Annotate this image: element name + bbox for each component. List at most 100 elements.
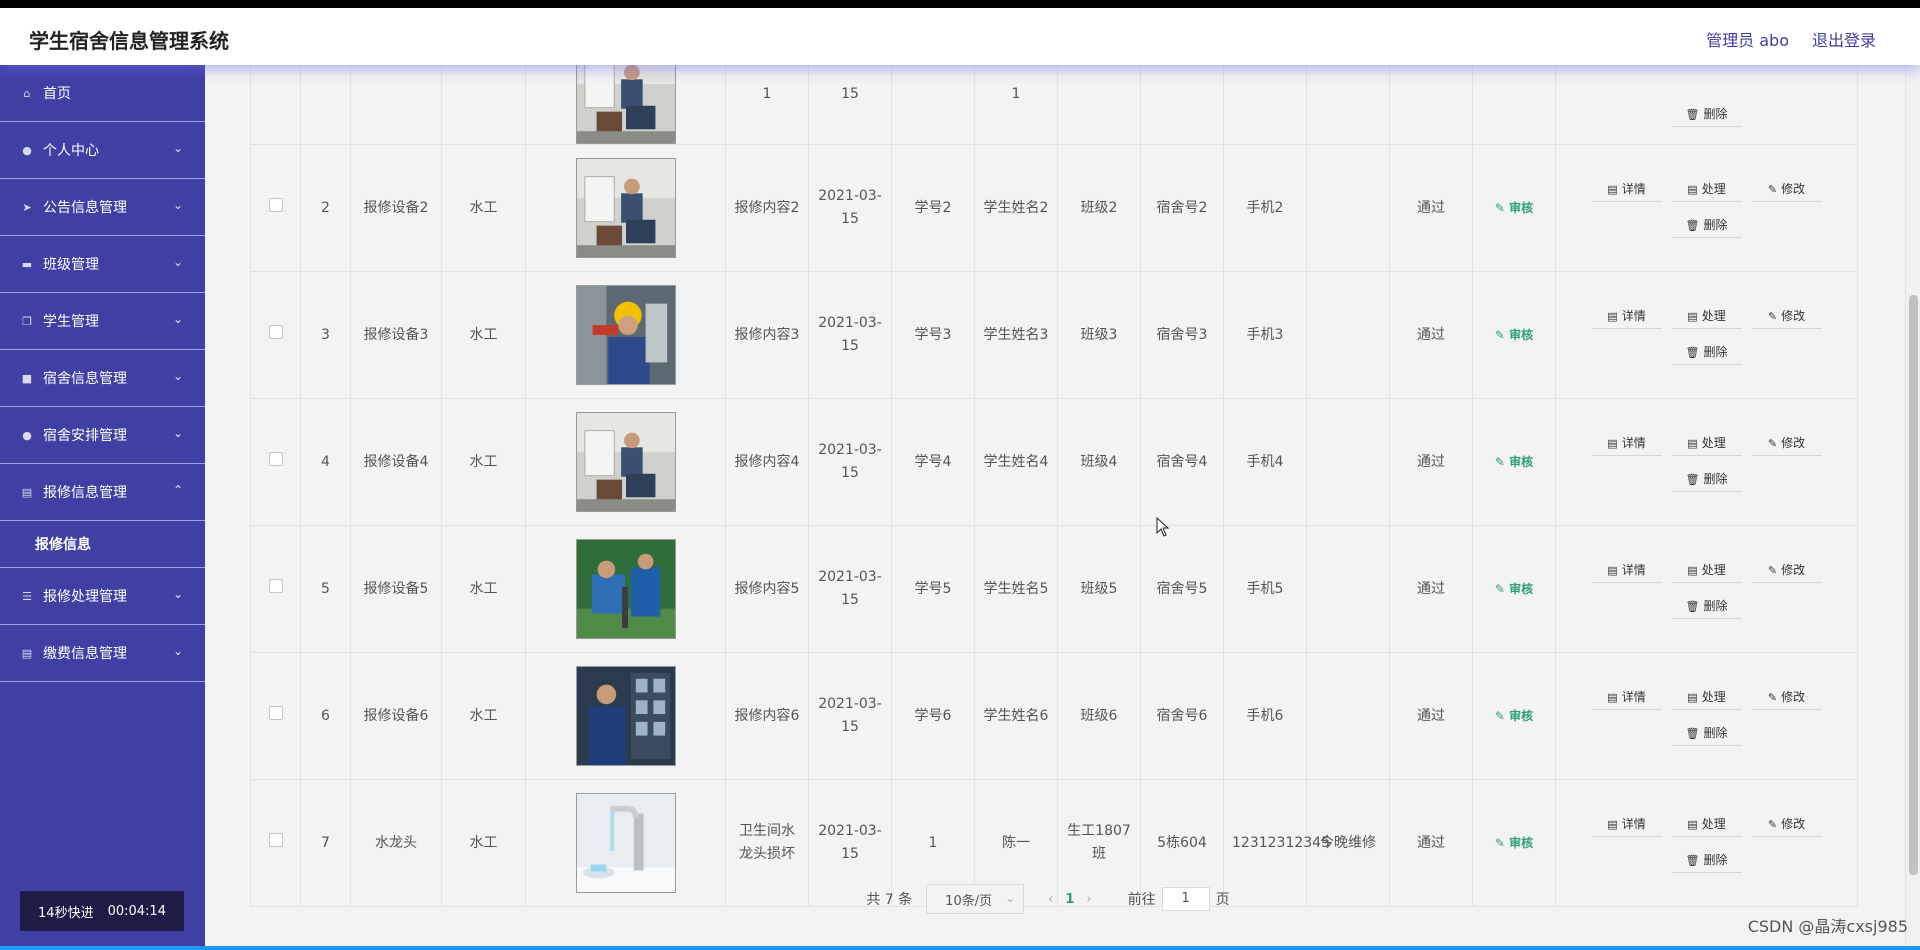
page-size-select[interactable]: 10条/页 ⌄ xyxy=(926,884,1025,914)
page-scrollbar[interactable] xyxy=(1905,65,1920,946)
sidebar-item-9[interactable]: ▤ 缴费信息管理 ⌄ xyxy=(0,625,205,682)
photo-cell xyxy=(525,144,726,272)
audit-link[interactable]: ✎ 审核 xyxy=(1495,836,1533,850)
row-checkbox[interactable] xyxy=(268,578,283,593)
main-content: 1 15 1 🗑 删除 2 报修设备2 水工 报修内容2 2021-03-15 学号2 学生姓名2 班级… xyxy=(205,65,1920,946)
sidebar-item-7[interactable]: ▤ 报修信息管理 ⌃ xyxy=(0,464,205,521)
handle-button[interactable]: ▤ 处理 xyxy=(1671,813,1742,837)
cell-cls-text: 班级6 xyxy=(1080,707,1118,724)
detail-button[interactable]: ▤ 详情 xyxy=(1591,432,1662,456)
sidebar-item-label: 宿舍安排管理 xyxy=(43,428,127,444)
edit-button[interactable]: ✎ 修改 xyxy=(1751,178,1822,202)
photo-cell xyxy=(525,65,726,145)
edit-button[interactable]: ✎ 修改 xyxy=(1751,432,1822,456)
next-page-icon[interactable]: › xyxy=(1086,892,1091,907)
row-checkbox[interactable] xyxy=(268,451,283,466)
cell-type-text: 水工 xyxy=(469,326,498,343)
handle-button[interactable]: ▤ 处理 xyxy=(1671,559,1742,583)
delete-button[interactable]: 🗑 删除 xyxy=(1671,849,1742,873)
sidebar-subitem-7-0[interactable]: 报修信息 xyxy=(0,521,205,568)
cell-phone-text: 12312312345 xyxy=(1232,834,1330,851)
audit-link[interactable]: ✎ 审核 xyxy=(1495,455,1533,469)
trash-icon: 🗑 xyxy=(1685,108,1700,121)
audit-link[interactable]: ✎ 审核 xyxy=(1495,709,1533,723)
cell-phone-text: 手机5 xyxy=(1246,580,1284,597)
cell-no: 4 xyxy=(300,398,351,526)
cell-type xyxy=(441,65,526,145)
edit-button[interactable]: ✎ 修改 xyxy=(1751,813,1822,837)
audit-cell xyxy=(1472,65,1556,145)
handle-button[interactable]: ▤ 处理 xyxy=(1671,178,1742,202)
detail-button[interactable]: ▤ 详情 xyxy=(1591,813,1662,837)
table-row: 6 报修设备6 水工 报修内容6 2021-03-15 学号6 学生姓名6 班级6 宿舍号6 手机… xyxy=(250,652,1858,780)
row-actions: ▤ 详情 ▤ 处理 ✎ 修改 🗑 删除 xyxy=(1585,813,1829,873)
cell-sid-text: 学号5 xyxy=(914,580,952,597)
cell-no: 2 xyxy=(300,144,351,272)
cell-phone: 手机3 xyxy=(1223,271,1307,399)
page-number-current[interactable]: 1 xyxy=(1065,892,1074,907)
cell-type: 水工 xyxy=(441,398,526,526)
sidebar-item-1[interactable]: ● 个人中心 ⌄ xyxy=(0,122,205,179)
sidebar-item-4[interactable]: ❐ 学生管理 ⌄ xyxy=(0,293,205,350)
cell-dorm-text: 宿舍号5 xyxy=(1156,580,1208,597)
cell-date-text: 2021-03-15 xyxy=(818,315,882,354)
cell-sid-text: 1 xyxy=(928,834,938,851)
detail-button[interactable]: ▤ 详情 xyxy=(1591,559,1662,583)
delete-button[interactable]: 🗑 删除 xyxy=(1671,595,1742,619)
row-select-cell xyxy=(250,652,301,780)
handle-button[interactable]: ▤ 处理 xyxy=(1671,305,1742,329)
row-checkbox[interactable] xyxy=(268,324,283,339)
detail-button[interactable]: ▤ 详情 xyxy=(1591,178,1662,202)
trash-icon: 🗑 xyxy=(1685,219,1700,232)
cell-status: 通过 xyxy=(1389,398,1473,526)
app-title: 学生宿舍信息管理系统 xyxy=(29,29,229,53)
edit-button[interactable]: ✎ 修改 xyxy=(1751,686,1822,710)
cell-status-text: 通过 xyxy=(1417,834,1445,851)
prev-page-icon[interactable]: ‹ xyxy=(1048,892,1053,907)
cell-device: 报修设备3 xyxy=(350,271,442,399)
delete-button[interactable]: 🗑 删除 xyxy=(1671,468,1742,492)
cell-no-text: 2 xyxy=(321,199,330,216)
ops-cell: ▤ 详情 ▤ 处理 ✎ 修改 🗑 删除 xyxy=(1555,271,1858,399)
row-checkbox[interactable] xyxy=(268,832,283,847)
audit-link[interactable]: ✎ 审核 xyxy=(1495,582,1533,596)
chevron-up-icon: ⌃ xyxy=(172,483,183,497)
sidebar-item-2[interactable]: ➤ 公告信息管理 ⌄ xyxy=(0,179,205,236)
cell-dorm: 宿舍号3 xyxy=(1140,271,1224,399)
delete-button[interactable]: 🗑 删除 xyxy=(1671,722,1742,746)
cell-date-text: 2021-03-15 xyxy=(818,696,882,735)
goto-page-input[interactable]: 1 xyxy=(1161,887,1210,911)
sidebar-item-6[interactable]: ● 宿舍安排管理 ⌄ xyxy=(0,407,205,464)
audit-link[interactable]: ✎ 审核 xyxy=(1495,328,1533,342)
cell-phone: 手机4 xyxy=(1223,398,1307,526)
document-icon: ▤ xyxy=(1687,691,1698,704)
edit-label: 修改 xyxy=(1781,436,1806,450)
scrollbar-thumb[interactable] xyxy=(1909,295,1918,875)
cell-sname-text: 学生姓名2 xyxy=(983,199,1049,216)
sidebar-item-5[interactable]: ■ 宿舍信息管理 ⌄ xyxy=(0,350,205,407)
detail-button[interactable]: ▤ 详情 xyxy=(1591,305,1662,329)
row-checkbox[interactable] xyxy=(268,705,283,720)
cell-sid-text: 学号2 xyxy=(914,199,952,216)
cell-no-text: 5 xyxy=(321,580,330,597)
row-checkbox[interactable] xyxy=(268,197,283,212)
detail-button[interactable]: ▤ 详情 xyxy=(1591,686,1662,710)
edit-label: 修改 xyxy=(1781,690,1806,704)
delete-button[interactable]: 🗑 删除 xyxy=(1671,103,1742,127)
sidebar-item-label: 个人中心 xyxy=(43,143,99,159)
sidebar-item-3[interactable]: ▬ 班级管理 ⌄ xyxy=(0,236,205,293)
sidebar: ⌂ 首页 ● 个人中心 ⌄ ➤ 公告信息管理 ⌄ ▬ 班级管理 ⌄ ❐ 学生管理 ⌄ ■ 宿舍信息管理 ⌄ ● 宿舍… xyxy=(0,65,205,946)
sidebar-item-8[interactable]: ☰ 报修处理管理 ⌄ xyxy=(0,568,205,625)
cell-cls-text: 班级3 xyxy=(1080,326,1118,343)
logout-link[interactable]: 退出登录 xyxy=(1812,27,1876,51)
edit-label: 修改 xyxy=(1781,563,1806,577)
edit-button[interactable]: ✎ 修改 xyxy=(1751,305,1822,329)
handle-button[interactable]: ▤ 处理 xyxy=(1671,686,1742,710)
edit-button[interactable]: ✎ 修改 xyxy=(1751,559,1822,583)
audit-link[interactable]: ✎ 审核 xyxy=(1495,201,1533,215)
delete-button[interactable]: 🗑 删除 xyxy=(1671,214,1742,238)
delete-button[interactable]: 🗑 删除 xyxy=(1671,341,1742,365)
sidebar-item-0[interactable]: ⌂ 首页 xyxy=(0,65,205,122)
home-icon: ⌂ xyxy=(23,86,31,100)
handle-button[interactable]: ▤ 处理 xyxy=(1671,432,1742,456)
